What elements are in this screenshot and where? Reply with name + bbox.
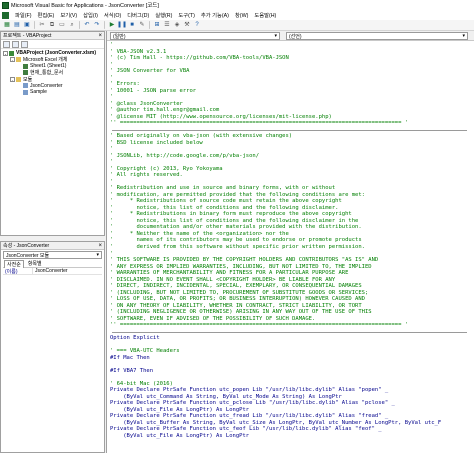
window-title: Microsoft Visual Basic for Applications …	[11, 3, 159, 9]
toolbar-separator	[149, 21, 150, 29]
property-key: (이름)	[3, 268, 33, 275]
menu-help[interactable]: 도움말(H)	[251, 11, 279, 19]
cut-icon[interactable]: ✂	[38, 21, 46, 29]
procedure-separator	[110, 127, 474, 134]
code-editor[interactable]: ' ' VBA-JSON v2.3.1 ' (c) Tim Hall - https…	[107, 41, 474, 453]
stop-icon[interactable]: ■	[128, 21, 136, 29]
title-bar: Microsoft Visual Basic for Applications …	[0, 0, 474, 10]
menu-format[interactable]: 서식(O)	[101, 11, 124, 19]
object-browser-icon[interactable]: ◈	[173, 21, 181, 29]
tree-node-label: JsonConverter	[30, 82, 63, 89]
folder-icon	[16, 76, 21, 82]
chevron-down-icon: ▾	[274, 33, 277, 39]
object-combo-value: (일반)	[113, 33, 126, 40]
tree-node[interactable]: Sample	[3, 89, 104, 96]
code-window: (일반) ▾ (선언) ▾ ' ' VBA-JSON v2.3.1 ' (c) Ti…	[106, 31, 474, 453]
object-combo[interactable]: (일반) ▾	[110, 32, 280, 40]
sheet-icon	[23, 70, 28, 76]
tab-alphabetic[interactable]: 사전순	[4, 259, 24, 268]
property-value[interactable]: JsonConverter	[33, 268, 68, 274]
properties-panel-title: 속성 - JsonConverter	[3, 243, 50, 249]
module-icon	[23, 89, 28, 95]
collapse-icon[interactable]: -	[3, 50, 8, 56]
project-tree: - VBAProject (JsonConverter.xlsm) - Microso…	[1, 49, 104, 96]
tree-node-label: 현재_통합_문서	[30, 70, 64, 77]
menu-window[interactable]: 창(W)	[232, 11, 251, 19]
close-icon[interactable]: ×	[98, 243, 102, 249]
standard-toolbar: ▦ ▤ ▣ ✂ ⧉ ▭ ⌕ ↶ ↷ ▶ ❚❚ ■ ✎ ⊞ ☰ ◈ ⚒ ?	[0, 20, 474, 31]
menu-bar: 파일(F) 편집(E) 보기(V) 삽입(I) 서식(O) 디버그(D) 실행(…	[0, 10, 474, 20]
toolbar-separator	[104, 21, 105, 29]
tree-node-label: 모듈	[23, 76, 33, 83]
vba-app-icon	[2, 1, 9, 9]
run-icon[interactable]: ▶	[108, 21, 116, 29]
procedure-separator	[110, 329, 474, 336]
module-icon	[23, 83, 28, 89]
sheet-icon	[23, 63, 28, 69]
toolbar-separator	[79, 21, 80, 29]
menu-addins[interactable]: 추가 기능(A)	[198, 11, 232, 19]
vba-icon	[9, 50, 14, 56]
undo-icon[interactable]: ↶	[83, 21, 91, 29]
tree-node-label: Microsoft Excel 개체	[23, 57, 68, 64]
menu-tools[interactable]: 도구(T)	[175, 11, 198, 19]
properties-tabs: 사전순 항목별	[1, 259, 104, 268]
tab-categorized[interactable]: 항목별	[28, 260, 42, 267]
properties-grid: (이름) JsonConverter	[3, 267, 102, 275]
excel-logo-icon[interactable]	[2, 11, 9, 19]
property-row[interactable]: (이름) JsonConverter	[3, 268, 102, 275]
toolbar-separator	[34, 21, 35, 29]
code-line: (ByVal utc_File As LongPtr) As LongPtr	[110, 432, 250, 439]
project-panel-titlebar: 프로젝트 - VBAProject ×	[1, 32, 104, 40]
copy-icon[interactable]: ⧉	[48, 21, 56, 29]
toggle-folders-icon[interactable]	[21, 40, 28, 48]
properties-panel-titlebar: 속성 - JsonConverter ×	[1, 242, 104, 250]
help-icon[interactable]: ?	[193, 21, 201, 29]
properties-panel: 속성 - JsonConverter × JsonConverter 모듈 ▾ …	[0, 241, 105, 453]
code-window-combos: (일반) ▾ (선언) ▾	[107, 31, 474, 41]
project-panel-title: 프로젝트 - VBAProject	[3, 33, 52, 39]
project-explorer-icon[interactable]: ⊞	[153, 21, 161, 29]
paste-icon[interactable]: ▭	[58, 21, 66, 29]
view-code-icon[interactable]	[3, 40, 10, 48]
view-object-icon[interactable]	[12, 40, 19, 48]
folder-icon	[16, 57, 21, 63]
close-icon[interactable]: ×	[98, 33, 102, 39]
design-mode-icon[interactable]: ✎	[138, 21, 146, 29]
menu-debug[interactable]: 디버그(D)	[124, 11, 152, 19]
toolbox-icon[interactable]: ⚒	[183, 21, 191, 29]
properties-icon[interactable]: ☰	[163, 21, 171, 29]
pause-icon[interactable]: ❚❚	[117, 21, 127, 29]
tree-node-label: Sample	[30, 89, 47, 96]
collapse-icon[interactable]: -	[10, 57, 15, 63]
menu-view[interactable]: 보기(V)	[57, 11, 80, 19]
project-panel-toolbar	[1, 40, 104, 49]
procedure-combo[interactable]: (선언) ▾	[286, 32, 468, 40]
object-select-value: JsonConverter 모듈	[6, 252, 50, 259]
project-explorer-panel: 프로젝트 - VBAProject × - VBAProject (JsonCon…	[0, 31, 105, 236]
menu-edit[interactable]: 편집(E)	[35, 11, 58, 19]
object-select[interactable]: JsonConverter 모듈 ▾	[3, 251, 102, 259]
excel-icon[interactable]: ▦	[3, 21, 11, 29]
redo-icon[interactable]: ↷	[93, 21, 101, 29]
menu-insert[interactable]: 삽입(I)	[80, 11, 101, 19]
collapse-icon[interactable]: -	[10, 76, 15, 82]
chevron-down-icon: ▾	[462, 33, 465, 39]
save-icon[interactable]: ▣	[23, 21, 31, 29]
insert-module-icon[interactable]: ▤	[13, 21, 21, 29]
chevron-down-icon: ▾	[96, 252, 99, 258]
menu-file[interactable]: 파일(F)	[12, 11, 35, 19]
menu-run[interactable]: 실행(R)	[152, 11, 175, 19]
procedure-combo-value: (선언)	[289, 33, 302, 40]
find-icon[interactable]: ⌕	[68, 21, 76, 29]
